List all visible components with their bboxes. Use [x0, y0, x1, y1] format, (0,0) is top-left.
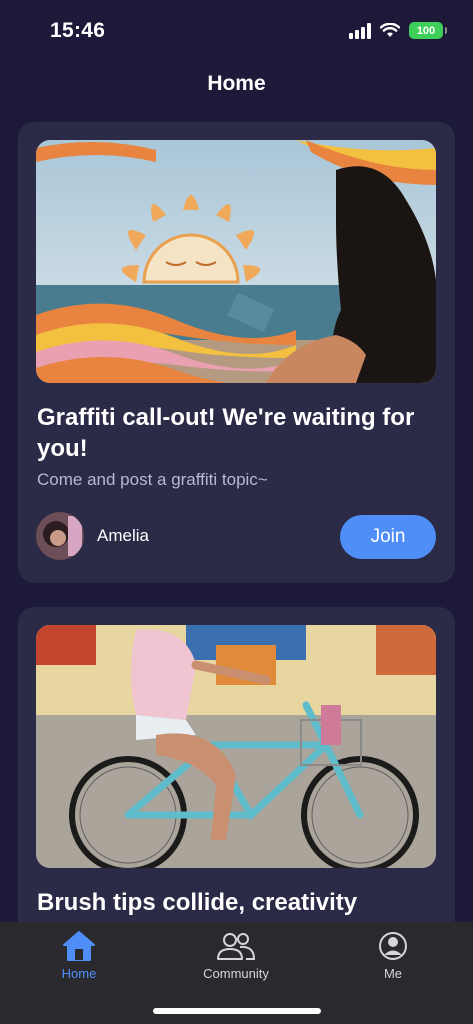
author-name[interactable]: Amelia: [97, 526, 149, 546]
tab-home[interactable]: Home: [24, 930, 134, 981]
tab-community[interactable]: Community: [181, 930, 291, 981]
home-icon: [63, 931, 95, 961]
card-description: Come and post a graffiti topic~: [37, 470, 268, 489]
avatar[interactable]: [36, 512, 84, 560]
card-image[interactable]: [36, 625, 436, 868]
avatar-image: [36, 512, 84, 560]
tab-label: Me: [383, 966, 403, 981]
tab-label: Community: [203, 966, 269, 981]
join-button[interactable]: Join: [340, 515, 436, 559]
card-title[interactable]: Brush tips collide, creativity: [37, 887, 427, 918]
topic-card[interactable]: Brush tips collide, creativity: [18, 607, 455, 922]
tab-me[interactable]: Me: [338, 930, 448, 981]
card-image[interactable]: [36, 140, 436, 383]
home-indicator[interactable]: [153, 1008, 321, 1014]
community-icon: [217, 933, 256, 960]
bicycle-photo: [36, 625, 436, 868]
card-title[interactable]: Graffiti call-out! We're waiting for you…: [37, 402, 427, 464]
beach-sun-illustration: [36, 140, 436, 383]
topic-card[interactable]: Graffiti call-out! We're waiting for you…: [18, 122, 455, 583]
feed[interactable]: Home Graffiti call-out! We're waiting fo…: [0, 0, 473, 922]
tab-label: Home: [61, 966, 97, 981]
tab-bar: Home Community Me: [0, 922, 473, 1024]
profile-icon: [379, 932, 407, 960]
page-title: Home: [207, 72, 266, 95]
